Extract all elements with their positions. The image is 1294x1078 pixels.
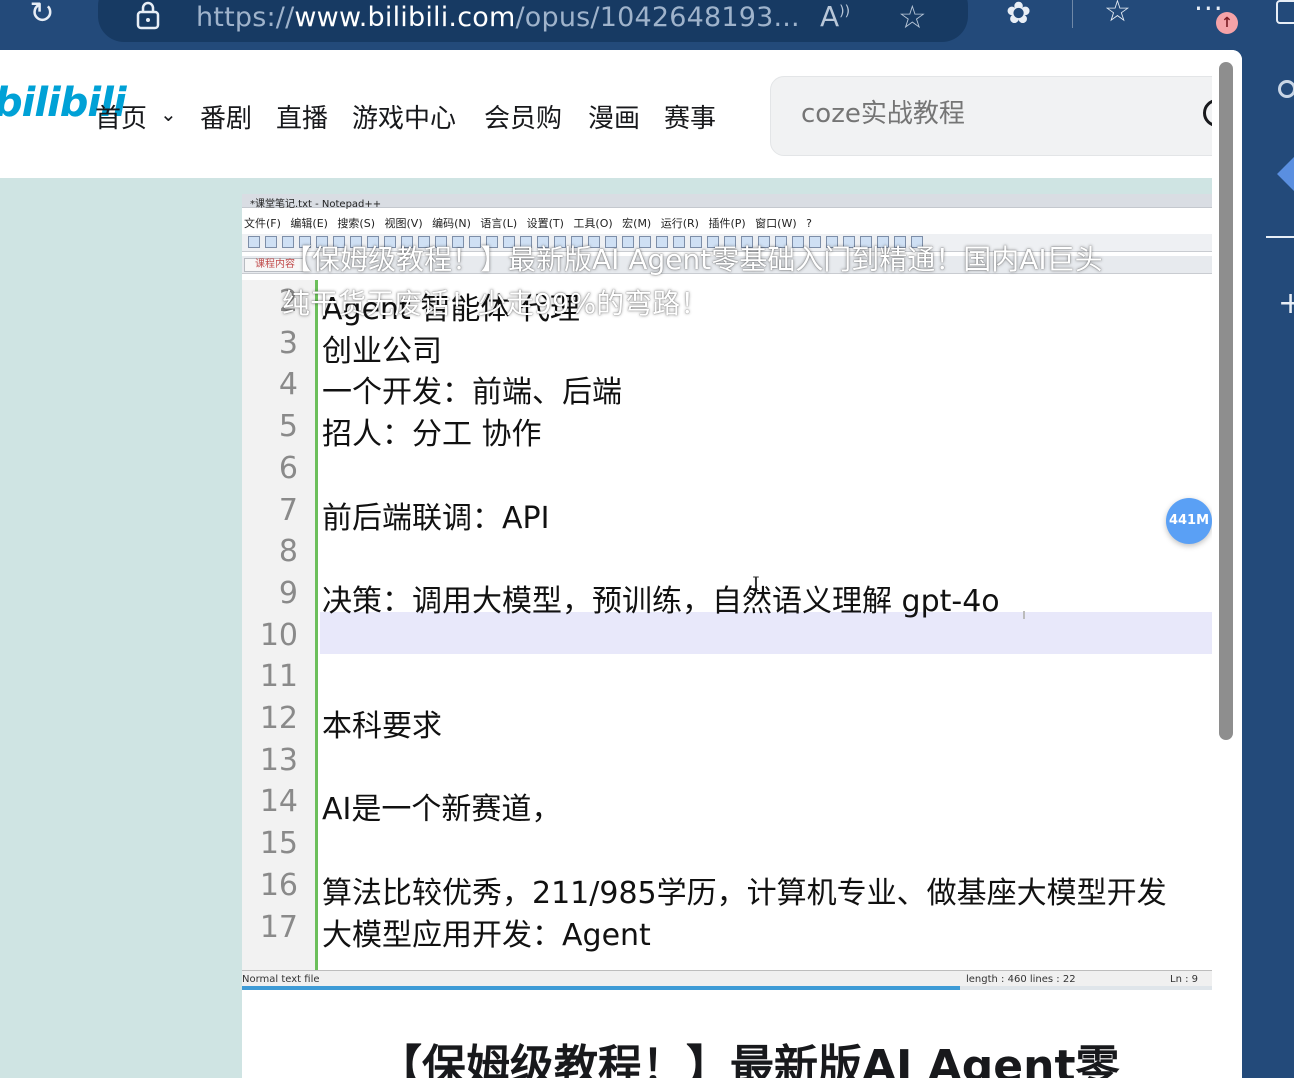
line-number: 13 bbox=[259, 742, 298, 778]
extensions-icon[interactable]: ✿ bbox=[1006, 0, 1031, 31]
notepad-menu-text: 文件(F) 编辑(E) 搜索(S) 视图(V) 编码(N) 语言(L) 设置(T… bbox=[244, 217, 812, 230]
url-path: /opus/1042648193... bbox=[515, 2, 800, 33]
line-number: 14 bbox=[259, 784, 298, 820]
notepad-menubar: 文件(F) 编辑(E) 搜索(S) 视图(V) 编码(N) 语言(L) 设置(T… bbox=[242, 214, 1212, 230]
line-number: 17 bbox=[259, 909, 298, 945]
browser-toolbar: ↻ https://www.bilibili.com/opus/10426481… bbox=[0, 0, 1294, 50]
line-number: 4 bbox=[278, 367, 298, 403]
copilot-icon[interactable] bbox=[1277, 157, 1294, 191]
notepad-toolbar-icon bbox=[265, 236, 277, 248]
code-line: 一个开发：前端、后端 bbox=[322, 375, 622, 411]
line-number: 11 bbox=[259, 659, 298, 695]
line-number: 3 bbox=[278, 325, 298, 361]
site-info-icon[interactable] bbox=[136, 0, 160, 30]
scrollbar-thumb[interactable] bbox=[1219, 62, 1233, 740]
line-number: 8 bbox=[278, 534, 298, 570]
url-host: www.bilibili.com bbox=[294, 2, 516, 33]
line-number: 6 bbox=[278, 450, 298, 486]
line-number: 7 bbox=[278, 492, 298, 528]
code-line: 算法比较优秀，211/985学历，计算机专业、做基座大模型开发 bbox=[322, 875, 1167, 911]
url-text[interactable]: https://www.bilibili.com/opus/1042648193… bbox=[196, 2, 800, 33]
line-number: 12 bbox=[259, 701, 298, 736]
code-line: AI是一个新赛道， bbox=[322, 792, 562, 828]
article-title: 【保姆级教程！】最新版AI Agent零 bbox=[378, 1041, 1120, 1078]
favorite-star-icon[interactable]: ☆ bbox=[898, 0, 927, 36]
reload-icon[interactable]: ↻ bbox=[22, 0, 62, 34]
status-line: Ln : 9 bbox=[1170, 974, 1198, 985]
line-number-gutter: 2 3 4 5 6 7 8 9 10 11 12 13 14 15 16 17 bbox=[242, 280, 318, 970]
code-line: 招人：分工 协作 bbox=[322, 417, 542, 453]
nav-live[interactable]: 直播 bbox=[276, 98, 328, 135]
toolbar-divider bbox=[1072, 0, 1073, 28]
url-prefix: https:// bbox=[196, 2, 295, 33]
line-number: 5 bbox=[278, 409, 298, 445]
search-box[interactable] bbox=[770, 76, 1242, 156]
code-line: 决策：调用大模型，预训练，自然语义理解 gpt-4o bbox=[322, 583, 1000, 619]
nav-vip-shop[interactable]: 会员购 bbox=[484, 98, 562, 135]
favorites-icon[interactable]: ☆ bbox=[1104, 0, 1131, 29]
code-line: 本科要求 bbox=[322, 709, 442, 744]
update-badge[interactable]: ↑ bbox=[1216, 12, 1238, 34]
notepad-toolbar-icon bbox=[248, 236, 260, 248]
code-line: 大模型应用开发：Agent bbox=[322, 917, 651, 953]
notepad-window-title: *课堂笔记.txt - Notepad++ bbox=[250, 199, 382, 210]
site-header: bilibili 首页 ⌄ 番剧 直播 游戏中心 会员购 漫画 赛事 bbox=[0, 50, 1242, 178]
line-number: 16 bbox=[259, 867, 298, 903]
status-file-type: Normal text file bbox=[242, 974, 320, 985]
code-line: 前后端联调：API bbox=[322, 500, 550, 536]
search-input[interactable] bbox=[801, 99, 1181, 129]
nav-game-center[interactable]: 游戏中心 bbox=[352, 98, 456, 135]
line-number: 10 bbox=[259, 617, 298, 653]
memory-badge[interactable]: 441M bbox=[1166, 498, 1212, 544]
nav-home[interactable]: 首页 bbox=[95, 98, 147, 135]
notepad-titlebar: *课堂笔记.txt - Notepad++ bbox=[242, 194, 1212, 210]
read-aloud-icon[interactable]: A)) bbox=[820, 0, 850, 33]
sidebar-search-icon[interactable] bbox=[1278, 80, 1294, 98]
video-progress-bar[interactable] bbox=[242, 986, 1212, 990]
page-viewport: bilibili 首页 ⌄ 番剧 直播 游戏中心 会员购 漫画 赛事 *课堂笔记… bbox=[0, 50, 1242, 1078]
line-number: 15 bbox=[259, 826, 298, 862]
line-number: 9 bbox=[278, 575, 298, 611]
code-line: 创业公司 bbox=[322, 333, 442, 369]
video-progress-fill bbox=[242, 986, 960, 990]
overlay-title-line1: 【保姆级教程！】最新版AI Agent零基础入门到精通！国内AI巨头 bbox=[284, 243, 1103, 276]
browser-sidebar: + bbox=[1242, 50, 1294, 1078]
sidebar-panel-icon[interactable] bbox=[1276, 0, 1294, 24]
nav-bangumi[interactable]: 番剧 bbox=[200, 98, 252, 135]
article-content: *课堂笔记.txt - Notepad++ 文件(F) 编辑(E) 搜索(S) … bbox=[242, 194, 1212, 1078]
sidebar-divider bbox=[1266, 236, 1294, 238]
overlay-title-line2: 纯干货无废话！少走99%的弯路！ bbox=[282, 287, 709, 320]
sidebar-add-icon[interactable]: + bbox=[1278, 286, 1294, 321]
chevron-down-icon[interactable]: ⌄ bbox=[160, 102, 177, 126]
nav-esports[interactable]: 赛事 bbox=[664, 98, 716, 135]
address-bar[interactable]: https://www.bilibili.com/opus/1042648193… bbox=[98, 0, 968, 42]
video-frame[interactable]: *课堂笔记.txt - Notepad++ 文件(F) 编辑(E) 搜索(S) … bbox=[242, 194, 1212, 990]
text-caret bbox=[1023, 611, 1025, 619]
nav-manga[interactable]: 漫画 bbox=[588, 98, 640, 135]
video-overlay-title: 【保姆级教程！】最新版AI Agent零基础入门到精通！国内AI巨头 纯干货无废… bbox=[282, 238, 1212, 326]
notepad-editor: 2 3 4 5 6 7 8 9 10 11 12 13 14 15 16 17 I Agent 智能体 代理创… bbox=[242, 280, 1212, 970]
status-length: length : 460 lines : 22 bbox=[966, 974, 1076, 985]
